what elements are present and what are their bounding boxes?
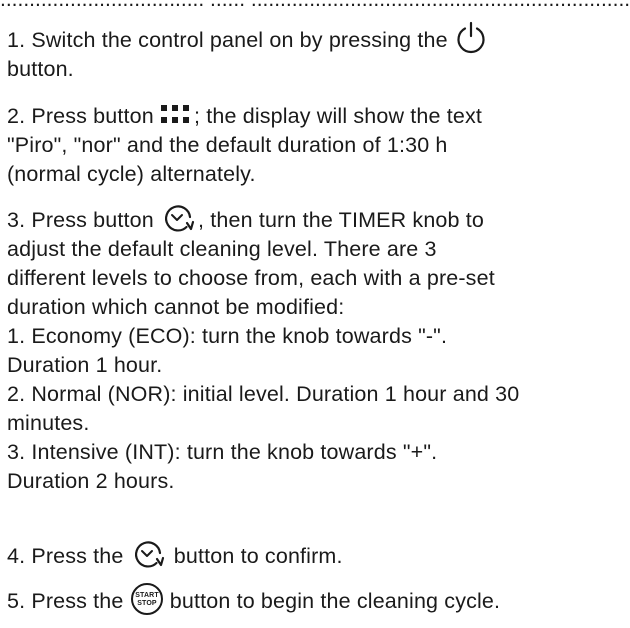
step-4-text-cont: button to confirm. (173, 544, 343, 568)
step-3-line-9: 3. Intensive (INT): turn the knob toward… (7, 440, 438, 465)
stop-label: STOP (137, 600, 157, 607)
cut-off-text: ................................... ....… (0, 0, 630, 13)
step-2-line-3: (normal cycle) alternately. (7, 162, 256, 186)
step-1-line-2: button. (7, 57, 74, 82)
step-2-line-1: 2. Press button ; the display will show … (7, 102, 625, 131)
step-3-text: 3. Press button (7, 208, 154, 232)
step-3-line-1: 3. Press button , then turn the TIMER kn… (7, 203, 625, 235)
step-3-line-8: minutes. (7, 411, 90, 436)
power-icon (454, 21, 488, 55)
step-5: 5. Press the START STOP button to begin … (7, 583, 625, 616)
clock-icon (130, 539, 168, 571)
step-1-text: 1. Switch the control panel on by pressi… (7, 28, 448, 52)
step-2: 2. Press button ; the display will show … (7, 102, 625, 189)
step-4: 4. Press the button to confirm. (7, 539, 625, 571)
step-3-line-10: Duration 2 hours. (7, 469, 175, 494)
step-3-line-5: 1. Economy (ECO): turn the knob towards … (7, 324, 448, 349)
step-3-text-cont: , then turn the TIMER knob to (198, 208, 484, 232)
step-2-text: 2. Press button (7, 104, 154, 128)
clock-icon (160, 203, 198, 235)
instruction-page: ................................... ....… (0, 0, 630, 628)
step-3-line-7: 2. Normal (NOR): initial level. Duration… (7, 382, 520, 407)
grid-icon (160, 103, 194, 127)
step-3-line-2: adjust the default cleaning level. There… (7, 237, 437, 262)
step-4-text: 4. Press the (7, 544, 124, 568)
step-3-line-4: duration which cannot be modified: (7, 295, 345, 320)
step-3-line-3: different levels to choose from, each wi… (7, 266, 495, 291)
step-2-line-2: "Piro", "nor" and the default duration o… (7, 133, 448, 157)
step-4-line-1: 4. Press the button to confirm. (7, 539, 625, 571)
step-1: 1. Switch the control panel on by pressi… (7, 22, 625, 84)
step-5-text-cont: button to begin the cleaning cycle. (169, 589, 501, 613)
step-2-text-cont: ; the display will show the text (194, 104, 483, 128)
step-1-line-1: 1. Switch the control panel on by pressi… (7, 22, 625, 55)
step-3-line-6: Duration 1 hour. (7, 353, 163, 378)
step-3: 3. Press button , then turn the TIMER kn… (7, 203, 625, 496)
step-5-line-1: 5. Press the START STOP button to begin … (7, 583, 625, 616)
step-5-text: 5. Press the (7, 589, 124, 613)
start-stop-icon: START STOP (130, 582, 164, 616)
start-label: START (135, 592, 159, 599)
